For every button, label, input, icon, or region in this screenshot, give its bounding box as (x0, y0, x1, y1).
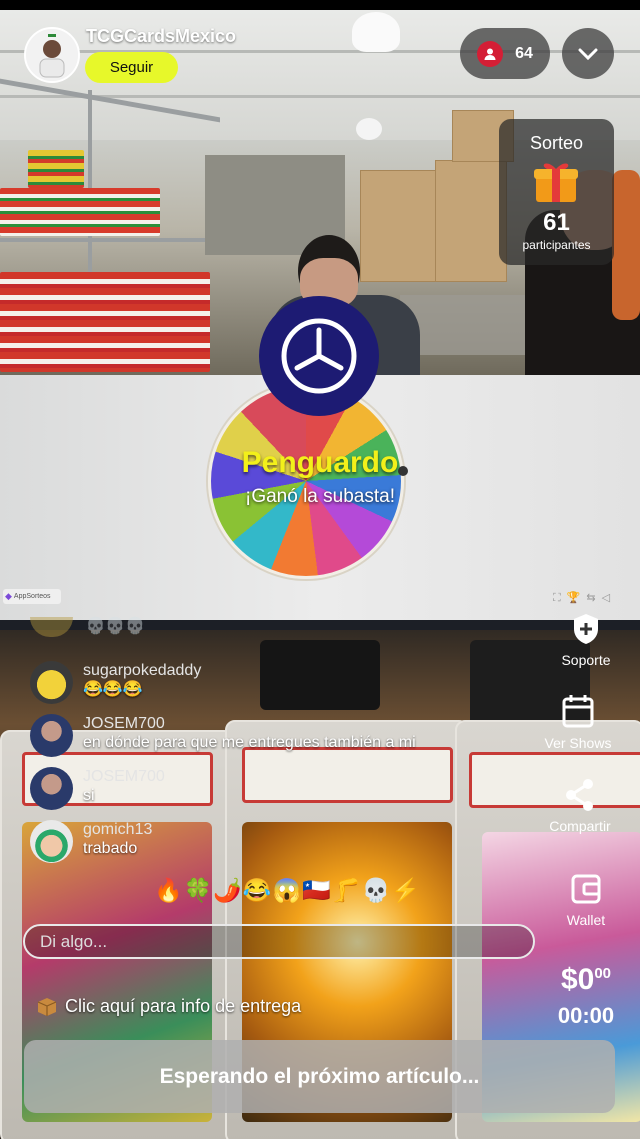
chat-message-text: 💀💀💀 (85, 618, 146, 635)
view-shows-button[interactable]: Ver Shows (528, 693, 628, 751)
delivery-info-link[interactable]: Clic aquí para info de entrega (37, 996, 301, 1017)
product-stack (0, 188, 160, 236)
view-shows-label: Ver Shows (544, 735, 612, 751)
waiting-next-item-button[interactable]: Esperando el próximo artículo... (24, 1040, 615, 1113)
auction-timer (259, 296, 379, 416)
chat-message-text: si (83, 787, 95, 804)
app-badge-label: AppSorteos (13, 593, 51, 600)
support-icon (574, 614, 598, 644)
price-cents: 00 (594, 965, 612, 982)
support-label: Soporte (561, 652, 611, 668)
participant-label: participantes (522, 238, 591, 252)
chat-message: gomich13 trabado (30, 820, 152, 863)
product-stack (0, 272, 210, 372)
worktable (400, 295, 540, 355)
wallet-label: Wallet (566, 912, 606, 928)
package-icon (37, 997, 57, 1016)
collapse-button[interactable] (562, 28, 614, 79)
chat-username[interactable]: JOSEM700 (83, 767, 165, 786)
quick-reactions[interactable]: 🔥🍀🌶️😂😱🇨🇱🦵💀⚡ (154, 877, 421, 904)
cardboard-box (435, 160, 507, 282)
shelf (0, 238, 215, 242)
giveaway-card[interactable]: Sorteo 61 participantes (499, 119, 614, 265)
wallet-button[interactable]: Wallet (536, 872, 636, 928)
countdown-timer: 00:00 (557, 1003, 615, 1028)
current-price: $000 (546, 963, 626, 997)
delivery-info-label: Clic aquí para info de entrega (65, 996, 302, 1016)
share-button[interactable]: Compartir (530, 778, 630, 834)
chat-message: JOSEM700 en dónde para que me entregues … (30, 714, 416, 757)
app-logo-icon: ◆ (5, 591, 12, 601)
participant-count: 61 (543, 209, 570, 236)
chat-message-text: en dónde para que me entregues también a… (83, 734, 416, 751)
share-icon (566, 779, 593, 811)
price-main: $0 (560, 963, 595, 996)
giveaway-title: Sorteo (529, 133, 584, 153)
chat-username[interactable]: JOSEM700 (83, 714, 416, 733)
chat-avatar[interactable] (30, 714, 73, 757)
chat-username[interactable]: sugarpokedaddy (83, 661, 201, 680)
hair (612, 170, 640, 320)
wallet-icon (571, 874, 601, 904)
chat-message-faded: 💀💀💀 (30, 616, 145, 637)
share-label: Compartir (549, 818, 611, 834)
chat-message: JOSEM700 si (30, 767, 165, 810)
chat-message-text: trabado (83, 840, 138, 857)
timer-icon (281, 318, 357, 394)
viewer-count-badge[interactable]: 64 (460, 28, 550, 79)
user-icon (477, 40, 504, 67)
chat-avatar (30, 616, 73, 637)
ceiling-lamp (352, 12, 400, 52)
streamer-avatar[interactable] (24, 27, 80, 83)
gift-icon (534, 163, 578, 202)
video-controls: ⛶🏆⇆◁ (553, 592, 617, 604)
winner-name: Penguardo (241, 446, 399, 479)
chat-avatar[interactable] (30, 661, 73, 704)
follow-button[interactable]: Seguir (85, 52, 178, 83)
ceiling-lamp (356, 118, 382, 140)
winner-message: ¡Ganó la subasta! (245, 486, 395, 507)
chevron-down-icon (578, 48, 598, 60)
chat-avatar[interactable] (30, 820, 73, 863)
streamer-name[interactable]: TCGCardsMexico (86, 26, 236, 47)
chat-message: sugarpokedaddy 😂😂😂 (30, 661, 201, 704)
support-button[interactable]: Soporte (536, 612, 636, 668)
viewer-count: 64 (515, 44, 533, 62)
avatar-image (26, 29, 78, 81)
chat-input-placeholder: Di algo... (40, 931, 108, 951)
chat-message-text: 😂😂😂 (83, 681, 143, 698)
cardboard-box (360, 170, 437, 282)
chat-input[interactable]: Di algo... (23, 924, 535, 959)
chat-avatar[interactable] (30, 767, 73, 810)
product-stack (28, 150, 84, 188)
speaker (260, 640, 380, 710)
app-badge: ◆ AppSorteos (3, 589, 61, 604)
chat-username[interactable]: gomich13 (83, 820, 152, 839)
calendar-icon (562, 695, 594, 728)
